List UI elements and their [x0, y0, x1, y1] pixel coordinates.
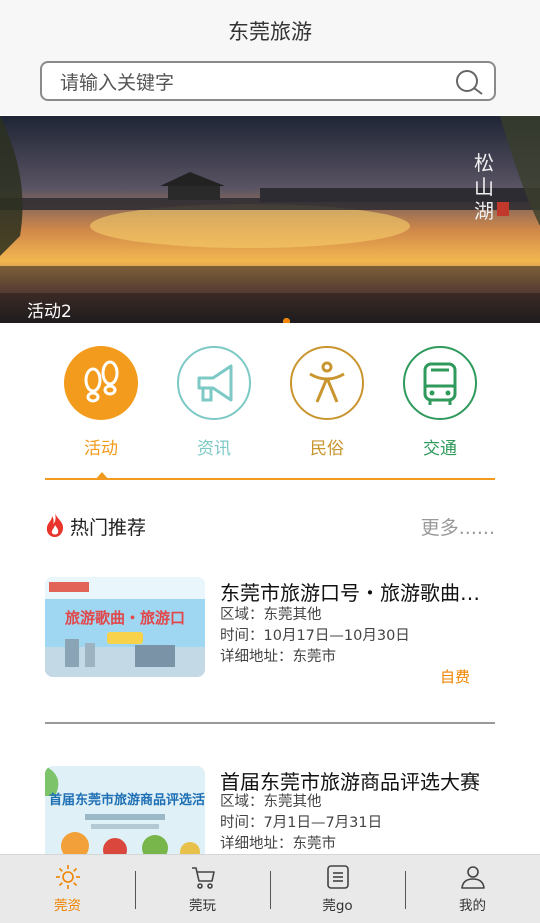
folk-figure-icon [290, 346, 364, 420]
category-label: 民俗 [310, 439, 344, 459]
more-link[interactable]: 更多...... [421, 513, 495, 540]
item-address: 详细地址：东莞市 [220, 649, 336, 665]
category-nav: 活动 资讯 民俗 交通 [45, 346, 495, 480]
item-region: 区域：东莞其他 [220, 607, 322, 623]
category-activity[interactable]: 活动 [61, 346, 141, 459]
svg-text:旅游歌曲・旅游口: 旅游歌曲・旅游口 [65, 609, 185, 627]
category-folk[interactable]: 民俗 [287, 346, 367, 459]
search-input[interactable] [58, 69, 442, 97]
svg-text:山: 山 [474, 175, 494, 199]
tab-mine[interactable]: 我的 [405, 855, 540, 923]
category-news[interactable]: 资讯 [174, 346, 254, 459]
banner-caption-bar: 活动2 [0, 293, 540, 323]
item-time: 时间：10月17日—10月30日 [220, 628, 410, 644]
cart-icon [191, 867, 215, 889]
banner-caption: 活动2 [27, 302, 72, 322]
banner-carousel[interactable]: 松 山 湖 活动2 [0, 116, 540, 323]
svg-text:首届东莞市旅游商品评选活: 首届东莞市旅游商品评选活 [49, 792, 205, 808]
item-title: 东莞市旅游口号・旅游歌曲… [220, 581, 480, 605]
item-address: 详细地址：东莞市 [220, 836, 336, 852]
bus-icon [403, 346, 477, 420]
footprints-icon [64, 346, 138, 420]
page-title: 东莞旅游 [228, 20, 312, 44]
tab-guanwan[interactable]: 莞玩 [135, 855, 270, 923]
item-fee-badge: 自费 [439, 668, 470, 686]
category-label: 活动 [84, 439, 118, 459]
tab-label: 莞玩 [189, 898, 216, 914]
tab-guango[interactable]: 莞go [270, 855, 405, 923]
sun-icon [55, 865, 80, 889]
svg-text:松: 松 [474, 151, 494, 175]
svg-text:湖: 湖 [474, 199, 494, 223]
banner-image: 松 山 湖 [0, 116, 540, 323]
search-icon[interactable] [454, 69, 484, 95]
category-transport[interactable]: 交通 [400, 346, 480, 459]
tab-guanzi[interactable]: 莞资 [0, 855, 135, 923]
list-item[interactable]: 首届东莞市旅游商品评选活 首届东莞市旅游商品评选大赛 区域：东莞其他 时间：7月… [45, 766, 495, 866]
bottom-tab-bar: 莞资 莞玩 莞go 我的 [0, 854, 540, 923]
tab-label: 莞资 [54, 898, 81, 914]
megaphone-icon [177, 346, 251, 420]
tab-label: 我的 [459, 898, 486, 914]
item-thumbnail: 旅游歌曲・旅游口 [45, 577, 205, 677]
item-time: 时间：7月1日—7月31日 [220, 815, 383, 831]
person-icon [460, 866, 485, 889]
item-region: 区域：东莞其他 [220, 794, 322, 810]
search-bar[interactable] [40, 61, 496, 101]
list-icon [326, 865, 349, 889]
active-category-pointer [95, 472, 109, 480]
list-item[interactable]: 旅游歌曲・旅游口 东莞市旅游口号・旅游歌曲… 区域：东莞其他 时间：10月17日… [45, 577, 495, 687]
carousel-dot-active[interactable] [283, 318, 290, 323]
top-bar: 东莞旅游 [0, 0, 540, 115]
item-thumbnail: 首届东莞市旅游商品评选活 [45, 766, 205, 866]
hot-title: 热门推荐 [70, 517, 147, 539]
flame-icon [46, 513, 64, 537]
category-label: 交通 [423, 439, 457, 459]
divider [45, 722, 495, 724]
category-label: 资讯 [197, 439, 231, 459]
tab-label: 莞go [322, 898, 353, 914]
hot-section-header: 热门推荐 更多...... [45, 510, 495, 540]
